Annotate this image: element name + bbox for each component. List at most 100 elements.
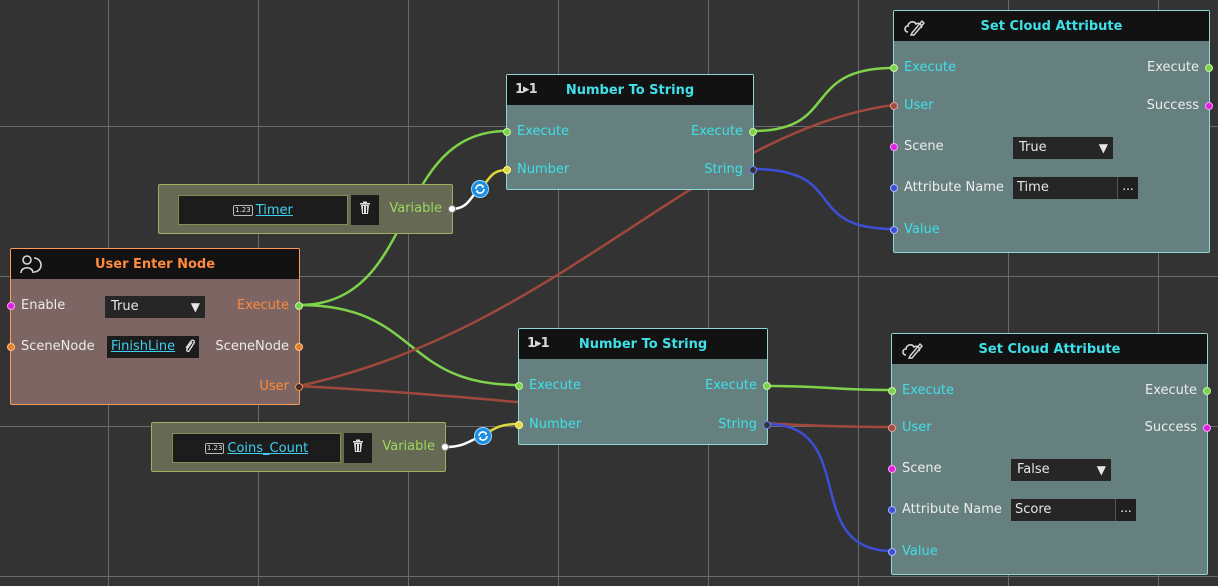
attribute-name-input-port[interactable] xyxy=(888,506,896,514)
value-input-label: Value xyxy=(902,544,938,559)
set-cloud-attribute-node-2[interactable]: Set Cloud Attribute Execute User Scene F… xyxy=(888,333,1211,575)
execute-input-label: Execute xyxy=(517,124,569,139)
triangle-down-icon: ▼ xyxy=(1096,463,1106,477)
value-input-port[interactable] xyxy=(888,548,896,556)
scenenode-value: FinishLine xyxy=(111,339,176,354)
cloud-edit-icon xyxy=(900,338,926,360)
set-cloud-attribute-node-1[interactable]: Set Cloud Attribute Execute User Scene T… xyxy=(890,10,1213,253)
scene-dropdown-value: False xyxy=(1017,462,1050,477)
number-input-port[interactable] xyxy=(503,166,511,174)
scene-dropdown-value: True xyxy=(1019,140,1047,155)
execute-input-port[interactable] xyxy=(890,64,898,72)
execute-input-label: Execute xyxy=(904,60,956,75)
scene-input-label: Scene xyxy=(902,461,942,476)
variable-name-link[interactable]: Coins_Count xyxy=(227,441,308,456)
scene-dropdown[interactable]: False ▼ xyxy=(1011,459,1111,481)
user-enter-node[interactable]: User Enter Node Enable True ▼ SceneNode … xyxy=(7,248,303,405)
node-header[interactable]: 1▸1 Number To String xyxy=(507,75,753,105)
node-header[interactable]: Set Cloud Attribute xyxy=(892,334,1207,364)
node-header[interactable]: Set Cloud Attribute xyxy=(894,11,1209,41)
wire-string xyxy=(752,167,895,231)
variable-output-port[interactable] xyxy=(441,443,449,451)
number-to-string-node-1[interactable]: 1▸1 Number To String Execute Number Exec… xyxy=(503,74,757,190)
success-output-port[interactable] xyxy=(1205,102,1213,110)
node-header[interactable]: User Enter Node xyxy=(11,249,299,279)
user-enter-icon xyxy=(19,253,45,275)
string-output-label: String xyxy=(704,162,743,177)
delete-variable-button[interactable] xyxy=(344,433,372,463)
node-title: Set Cloud Attribute xyxy=(980,18,1123,34)
attribute-name-input-port[interactable] xyxy=(890,184,898,192)
scenenode-output-port[interactable] xyxy=(295,343,303,351)
success-output-port[interactable] xyxy=(1203,424,1211,432)
number-input-label: Number xyxy=(529,417,582,432)
execute-input-label: Execute xyxy=(902,383,954,398)
execute-output-port[interactable] xyxy=(295,302,303,310)
user-output-port[interactable] xyxy=(295,383,303,391)
refresh-icon[interactable] xyxy=(474,427,492,445)
execute-input-port[interactable] xyxy=(503,128,511,136)
execute-output-port[interactable] xyxy=(749,128,757,136)
attribute-name-input[interactable]: Score ... xyxy=(1011,499,1136,521)
enable-input-port[interactable] xyxy=(7,302,15,310)
attribute-name-value: Score xyxy=(1015,502,1052,517)
execute-output-label: Execute xyxy=(1145,383,1197,398)
variable-output-label: Variable xyxy=(382,439,435,454)
variable-output-port[interactable] xyxy=(448,205,456,213)
node-title: Number To String xyxy=(565,82,695,98)
execute-input-label: Execute xyxy=(529,378,581,393)
variable-output-label: Variable xyxy=(389,201,442,216)
scenenode-output-label: SceneNode xyxy=(215,339,289,354)
more-options-button[interactable]: ... xyxy=(1115,499,1136,521)
user-input-port[interactable] xyxy=(890,102,898,110)
string-output-port[interactable] xyxy=(763,421,771,429)
node-title: User Enter Node xyxy=(94,256,216,272)
execute-output-label: Execute xyxy=(691,124,743,139)
cloud-edit-icon xyxy=(902,15,928,37)
enable-dropdown[interactable]: True ▼ xyxy=(105,296,205,318)
string-output-port[interactable] xyxy=(749,166,757,174)
variable-name-field[interactable]: 1.23 Coins_Count xyxy=(172,433,341,463)
execute-output-label: Execute xyxy=(705,378,757,393)
execute-output-port[interactable] xyxy=(763,382,771,390)
scene-input-port[interactable] xyxy=(890,143,898,151)
trash-icon xyxy=(352,439,364,457)
trash-icon xyxy=(359,201,371,219)
execute-input-port[interactable] xyxy=(515,382,523,390)
variable-node-timer[interactable]: 1.23 Timer Variable xyxy=(158,184,456,234)
user-output-label: User xyxy=(259,379,289,394)
execute-output-port[interactable] xyxy=(1203,387,1211,395)
success-output-label: Success xyxy=(1144,420,1197,435)
user-input-port[interactable] xyxy=(888,424,896,432)
delete-variable-button[interactable] xyxy=(351,195,379,225)
number-type-badge: 1.23 xyxy=(204,442,225,454)
user-input-label: User xyxy=(904,98,934,113)
variable-name-link[interactable]: Timer xyxy=(256,203,293,218)
scenenode-input-port[interactable] xyxy=(7,343,15,351)
number-input-port[interactable] xyxy=(515,421,523,429)
variable-name-field[interactable]: 1.23 Timer xyxy=(178,195,348,225)
user-input-label: User xyxy=(902,420,932,435)
scene-input-port[interactable] xyxy=(888,465,896,473)
scene-input-label: Scene xyxy=(904,139,944,154)
refresh-icon[interactable] xyxy=(471,180,489,198)
triangle-down-icon: ▼ xyxy=(190,300,200,314)
wire-string xyxy=(766,422,893,553)
node-header[interactable]: 1▸1 Number To String xyxy=(519,329,767,359)
attribute-name-input[interactable]: Time ... xyxy=(1013,177,1138,199)
number-type-badge: 1.23 xyxy=(233,204,253,216)
value-input-port[interactable] xyxy=(890,226,898,234)
wire-execute xyxy=(766,384,893,392)
paperclip-icon[interactable] xyxy=(184,338,196,359)
execute-output-port[interactable] xyxy=(1205,64,1213,72)
value-input-label: Value xyxy=(904,222,940,237)
number-to-string-icon: 1▸1 xyxy=(527,336,550,351)
scenenode-input-label: SceneNode xyxy=(21,339,95,354)
node-title: Number To String xyxy=(578,336,708,352)
variable-node-coins-count[interactable]: 1.23 Coins_Count Variable xyxy=(151,422,449,472)
scenenode-link[interactable]: FinishLine xyxy=(107,336,199,358)
execute-input-port[interactable] xyxy=(888,387,896,395)
scene-dropdown[interactable]: True ▼ xyxy=(1013,137,1113,159)
number-to-string-node-2[interactable]: 1▸1 Number To String Execute Number Exec… xyxy=(515,328,771,445)
more-options-button[interactable]: ... xyxy=(1117,177,1138,199)
